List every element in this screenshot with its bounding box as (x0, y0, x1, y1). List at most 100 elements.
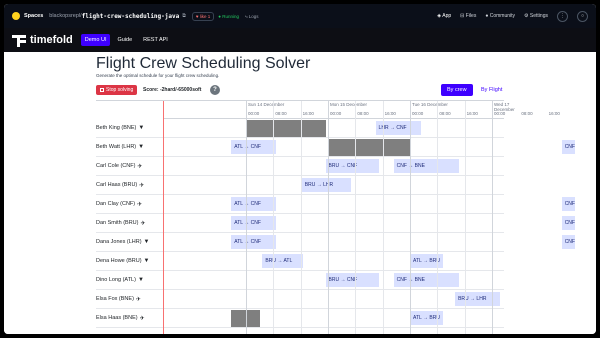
crew-timeline[interactable]: Sun 14 December Mon 15 December Tue 16 Dec… (96, 100, 575, 334)
unavailable-block (246, 120, 326, 137)
crew-member-label: Carl Cole (CNF) ✈ (96, 157, 164, 175)
grid-line (273, 101, 275, 334)
crew-member-label: Dan Clay (CNF) ✈ (96, 195, 164, 213)
pilot-icon: ▼ (137, 277, 144, 283)
hour-label: 00:00 (494, 111, 506, 116)
like-button[interactable]: ♥ like 1 (191, 11, 215, 21)
hour-label: 00:00 (248, 111, 260, 116)
hour-label: 00:00 (330, 111, 342, 116)
user-avatar[interactable]: ○ (577, 10, 588, 22)
attendant-icon: ✈ (140, 220, 146, 227)
attendant-icon: ✈ (137, 201, 143, 208)
crew-member-name: Elsa Haas (BNE) (96, 315, 138, 321)
nav-community[interactable]: ● Community (485, 13, 515, 19)
timefold-brand[interactable]: timefold (30, 34, 73, 46)
flight-assignment[interactable]: CNF (561, 197, 575, 211)
timefold-navbar: timefold Demo UI Guide REST API (4, 28, 596, 52)
hour-label: 08:00 (521, 111, 533, 116)
page-title: Flight Crew Scheduling Solver (96, 55, 311, 72)
flight-assignment[interactable]: CNF → BNE (393, 273, 460, 287)
spaces-link[interactable]: Spaces (24, 13, 43, 19)
hour-label: 16:00 (548, 111, 560, 116)
flight-assignment[interactable]: ATL → CNF (231, 140, 277, 154)
hour-label: 16:00 (384, 111, 396, 116)
page-subtitle: Generate the optimal schedule for your f… (96, 73, 220, 78)
flight-assignment[interactable]: ATL → CNF (231, 197, 277, 211)
crew-member-name: Dino Long (ATL) (96, 277, 136, 283)
grid-line (246, 101, 247, 334)
pilot-icon: ▼ (143, 239, 150, 245)
flight-assignment[interactable]: BRU → CNF (325, 273, 379, 287)
attendant-icon: ✈ (139, 182, 145, 189)
attendant-icon: ✈ (139, 315, 145, 322)
grid-line (410, 101, 411, 334)
score-label: Score: -2hard/-65000soft (143, 87, 202, 93)
crew-member-name: Dana Jones (LHR) (96, 239, 142, 245)
crew-member-label: Elsa Fox (BNE) ✈ (96, 290, 164, 308)
hour-label: 16:00 (302, 111, 314, 116)
logs-link[interactable]: ⤷ Logs (245, 14, 259, 19)
nav-settings[interactable]: ⚙ Settings (524, 13, 548, 19)
crew-member-name: Carl Cole (CNF) (96, 163, 136, 169)
crew-member-name: Dena Howe (BRU) (96, 258, 142, 264)
main-content: Flight Crew Scheduling Solver Generate t… (4, 52, 596, 334)
nav-rest-api[interactable]: REST API (139, 34, 172, 46)
crew-member-name: Elsa Fox (BNE) (96, 296, 134, 302)
pilot-icon: ▼ (138, 125, 145, 131)
crew-member-label: Carl Haas (BRU) ✈ (96, 176, 164, 194)
timeline-day-header: Sun 14 December Mon 15 December Tue 16 Dec… (164, 101, 515, 112)
hour-label: 08:00 (357, 111, 369, 116)
stop-icon (100, 88, 104, 92)
browser-frame: Spaces blackopsrepl/ flight-crew-schedul… (4, 4, 596, 334)
space-owner[interactable]: blackopsrepl/ (49, 13, 81, 19)
day-label: Sun 14 December (248, 102, 285, 107)
flight-assignment[interactable]: ATL → CNF (231, 235, 277, 249)
more-options-icon[interactable]: ⋮ (557, 10, 568, 22)
grid-line (437, 101, 439, 334)
flight-assignment[interactable]: CNF (561, 216, 575, 230)
unavailable-block (328, 139, 410, 156)
grid-line (328, 101, 329, 334)
tab-by-flight[interactable]: By Flight (477, 84, 506, 96)
flight-assignment[interactable]: CNF (561, 235, 575, 249)
grid-line (300, 101, 302, 334)
current-time-line (163, 101, 164, 334)
flight-assignment[interactable]: BRU → LHR (455, 292, 501, 306)
crew-member-label: Dan Smith (BRU) ✈ (96, 214, 164, 232)
flight-assignment[interactable]: CNF → BNE (393, 159, 460, 173)
timefold-logo-icon[interactable] (12, 33, 26, 47)
nav-demo-ui[interactable]: Demo UI (80, 34, 111, 46)
flight-assignment[interactable]: BRU → CNF (325, 159, 379, 173)
crew-member-label: Dino Long (ATL) ▼ (96, 271, 164, 289)
flight-assignment[interactable]: BRU → LHR (301, 178, 351, 192)
nav-guide[interactable]: Guide (113, 34, 136, 46)
grid-line (492, 101, 493, 334)
copy-icon[interactable]: ⧉ (182, 13, 186, 19)
space-repo-name[interactable]: flight-crew-scheduling-java (82, 13, 180, 20)
grid-line (464, 101, 466, 334)
nav-files[interactable]: ⊟ Files (460, 13, 476, 19)
crew-member-name: Beth Watt (LHR) (96, 144, 137, 150)
flight-assignment[interactable]: CNF (561, 140, 575, 154)
flight-assignment[interactable]: BRU → ATL (262, 254, 304, 268)
grid-line (355, 101, 357, 334)
hour-label: 16:00 (466, 111, 478, 116)
attendant-icon: ✈ (135, 296, 141, 303)
score-info-button[interactable]: ? (210, 85, 220, 95)
running-status: ● Running (218, 13, 239, 19)
crew-member-name: Dan Smith (BRU) (96, 220, 139, 226)
hf-spaces-bar: Spaces blackopsrepl/ flight-crew-schedul… (4, 4, 596, 28)
hour-label: 00:00 (412, 111, 424, 116)
nav-app[interactable]: ◈ App (437, 13, 451, 19)
attendant-icon: ✈ (137, 163, 143, 170)
pilot-icon: ▼ (143, 258, 150, 264)
crew-member-name: Dan Clay (CNF) (96, 201, 136, 207)
pilot-icon: ▼ (138, 144, 145, 150)
tab-by-crew[interactable]: By crew (441, 84, 473, 96)
crew-member-name: Beth King (BNE) (96, 125, 137, 131)
stop-solving-button[interactable]: Stop solving (96, 85, 138, 95)
timeline-hour-header: 00:00 08:00 16:00 00:00 08:00 16:00 00:00 08:00… (164, 110, 560, 119)
flight-assignment[interactable]: ATL → CNF (231, 216, 277, 230)
crew-member-label: Dana Jones (LHR) ▼ (96, 233, 164, 251)
hf-logo-icon[interactable] (12, 12, 20, 20)
